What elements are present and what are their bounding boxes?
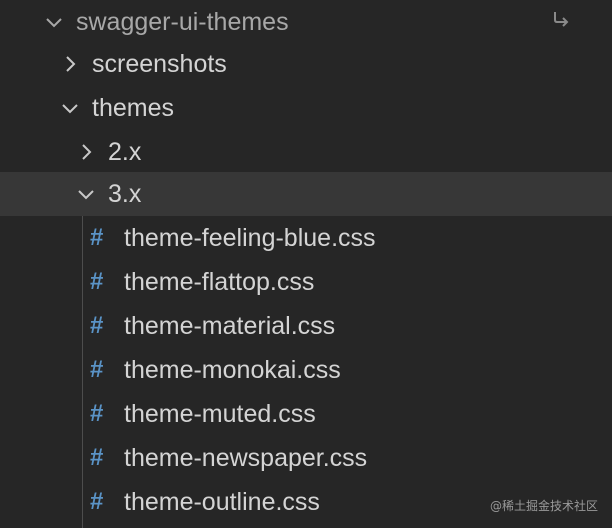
tree-item-label: theme-newspaper.css — [124, 444, 368, 472]
chevron-down-icon — [60, 98, 80, 118]
tree-folder-screenshots[interactable]: screenshots — [0, 42, 612, 86]
tree-item-label: 2.x — [108, 138, 142, 166]
tree-item-label: theme-muted.css — [124, 400, 316, 428]
tree-folder-2x[interactable]: 2.x — [0, 130, 612, 174]
chevron-right-icon — [60, 54, 80, 74]
tree-file[interactable]: # theme-monokai.css — [0, 348, 612, 392]
css-file-icon: # — [90, 312, 104, 339]
tree-file[interactable]: # theme-feeling-blue.css — [0, 216, 612, 260]
tree-file[interactable]: # theme-muted.css — [0, 392, 612, 436]
chevron-right-icon — [76, 142, 96, 162]
chevron-down-icon — [44, 12, 64, 32]
tree-folder-themes[interactable]: themes — [0, 86, 612, 130]
tree-file[interactable]: # theme-flattop.css — [0, 260, 612, 304]
tree-item-label: theme-material.css — [124, 312, 336, 340]
tree-folder-3x[interactable]: 3.x — [0, 172, 612, 216]
css-file-icon: # — [90, 224, 104, 251]
tree-file[interactable]: # theme-newspaper.css — [0, 436, 612, 480]
tree-item-label: screenshots — [92, 50, 227, 78]
tree-item-label: theme-flattop.css — [124, 268, 315, 296]
css-file-icon: # — [90, 400, 104, 427]
chevron-down-icon — [76, 184, 96, 204]
tree-item-label: theme-monokai.css — [124, 356, 341, 384]
collapse-folders-icon[interactable] — [549, 8, 573, 32]
tree-item-label: theme-feeling-blue.css — [124, 224, 376, 252]
tree-item-label: theme-outline.css — [124, 488, 320, 516]
css-file-icon: # — [90, 444, 104, 471]
watermark: @稀土掘金技术社区 — [489, 499, 598, 513]
css-file-icon: # — [90, 356, 104, 383]
file-explorer-tree: swagger-ui-themes screenshots themes 2.x — [0, 0, 612, 528]
tree-root-swagger-ui-themes[interactable]: swagger-ui-themes — [0, 0, 612, 44]
tree-item-label: swagger-ui-themes — [76, 8, 289, 36]
css-file-icon: # — [90, 488, 104, 515]
tree-item-label: 3.x — [108, 180, 142, 208]
tree-file[interactable]: # theme-material.css — [0, 304, 612, 348]
tree-item-label: themes — [92, 94, 174, 122]
css-file-icon: # — [90, 268, 104, 295]
